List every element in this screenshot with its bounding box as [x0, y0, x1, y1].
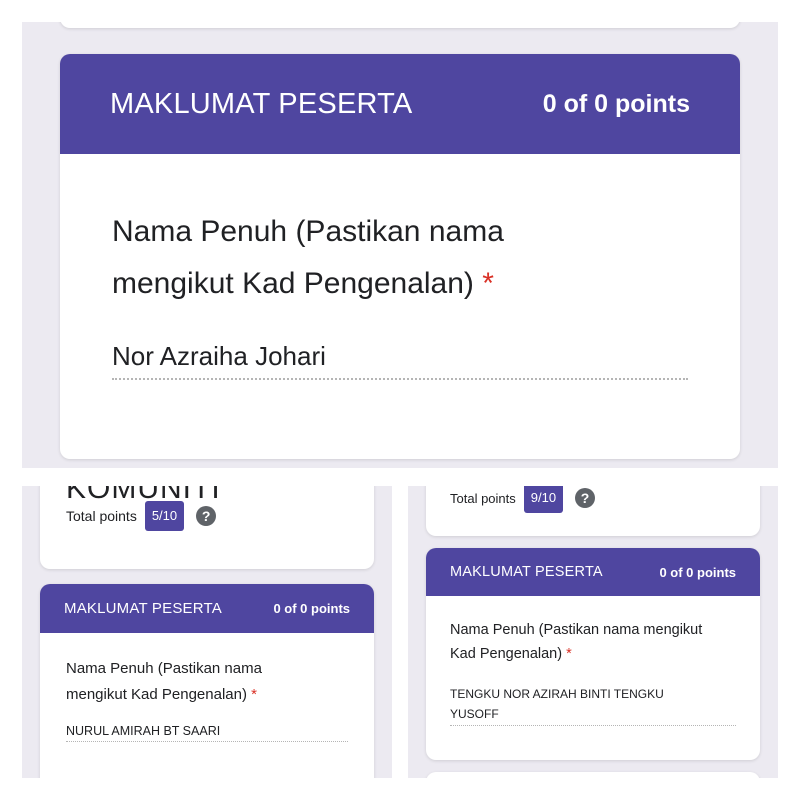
answer-line-2: YUSOFF	[450, 707, 499, 721]
answer-value: NURUL AMIRAH BT SAARI	[66, 724, 221, 738]
required-marker: *	[251, 686, 257, 703]
required-marker: *	[482, 267, 494, 300]
total-points-row: Total points 5/10 ?	[66, 501, 217, 531]
section-points: 0 of 0 points	[273, 601, 350, 616]
question-line-2: Kad Pengenalan) *	[450, 642, 750, 666]
question-card: MAKLUMAT PESERTA 0 of 0 points Nama Penu…	[40, 584, 374, 778]
total-points-label: Total points	[66, 508, 137, 524]
total-points-row: Total points 9/10 ?	[450, 486, 596, 513]
score-badge: 5/10	[144, 501, 185, 531]
question-text: Nama Penuh (Pastikan nama mengikut Kad P…	[450, 618, 750, 666]
question-card: MAKLUMAT PESERTA 0 of 0 points Nama Penu…	[60, 54, 740, 459]
question-line-2-text: mengikut Kad Pengenalan)	[112, 267, 474, 300]
section-points: 0 of 0 points	[542, 89, 690, 118]
total-points-label: Total points	[450, 490, 516, 506]
question-line-2: mengikut Kad Pengenalan) *	[66, 682, 366, 708]
next-card-edge	[426, 772, 760, 778]
section-points: 0 of 0 points	[659, 564, 736, 580]
section-header: MAKLUMAT PESERTA 0 of 0 points	[60, 54, 740, 154]
score-card: KOMUNITI Total points 5/10 ?	[40, 486, 374, 569]
question-text: Nama Penuh (Pastikan nama mengikut Kad P…	[66, 656, 366, 708]
score-card: Total points 9/10 ?	[426, 486, 760, 536]
question-line-1: Nama Penuh (Pastikan nama	[66, 660, 262, 677]
answer-value: Nor Azraiha Johari	[112, 341, 326, 371]
section-title: MAKLUMAT PESERTA	[64, 600, 222, 617]
help-icon[interactable]: ?	[575, 488, 596, 508]
required-marker: *	[566, 646, 572, 662]
section-title: MAKLUMAT PESERTA	[110, 87, 413, 120]
score-badge: 9/10	[523, 486, 564, 513]
question-line-2-text: mengikut Kad Pengenalan)	[66, 686, 247, 703]
answer-field[interactable]: TENGKU NOR AZIRAH BINTI TENGKU YUSOFF	[450, 684, 736, 726]
question-card: MAKLUMAT PESERTA 0 of 0 points Nama Penu…	[426, 548, 760, 760]
question-line-1: Nama Penuh (Pastikan nama	[112, 215, 504, 248]
previous-card-edge	[60, 22, 740, 28]
question-line-2: mengikut Kad Pengenalan) *	[112, 258, 712, 310]
answer-field[interactable]: NURUL AMIRAH BT SAARI	[66, 724, 348, 742]
bottom-right-panel: Total points 9/10 ? MAKLUMAT PESERTA 0 o…	[408, 486, 778, 778]
question-line-1: Nama Penuh (Pastikan nama mengikut	[450, 622, 703, 638]
section-header: MAKLUMAT PESERTA 0 of 0 points	[426, 548, 760, 596]
section-title: MAKLUMAT PESERTA	[450, 564, 603, 580]
help-icon[interactable]: ?	[196, 506, 217, 526]
section-header: MAKLUMAT PESERTA 0 of 0 points	[40, 584, 374, 633]
top-panel: MAKLUMAT PESERTA 0 of 0 points Nama Penu…	[22, 22, 778, 468]
answer-line-1: TENGKU NOR AZIRAH BINTI TENGKU	[450, 687, 664, 701]
question-text: Nama Penuh (Pastikan nama mengikut Kad P…	[112, 206, 712, 310]
bottom-left-panel: KOMUNITI Total points 5/10 ? MAKLUMAT PE…	[22, 486, 392, 778]
answer-field[interactable]: Nor Azraiha Johari	[112, 341, 688, 380]
question-line-2-text: Kad Pengenalan)	[450, 646, 563, 662]
